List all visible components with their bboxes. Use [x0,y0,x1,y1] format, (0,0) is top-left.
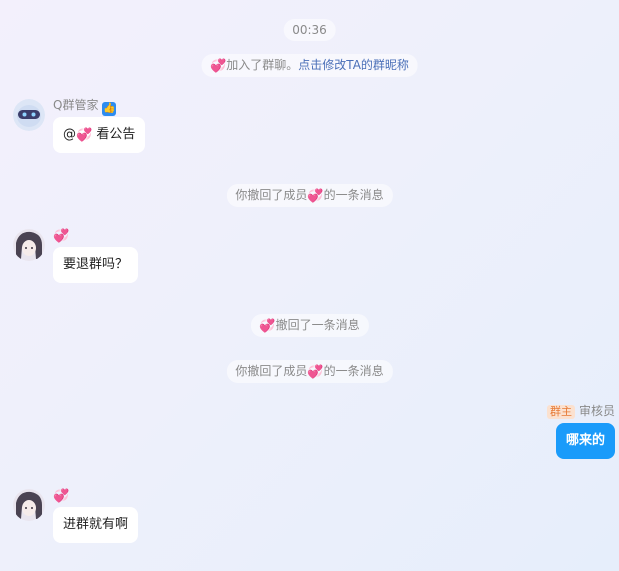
user-avatar[interactable] [13,489,45,521]
timestamp: 00:36 [283,19,336,41]
bot-avatar[interactable] [13,99,45,131]
edit-nickname-link[interactable]: 点击修改TA的群昵称 [298,58,409,72]
sender-name: Q群管家 👍 [53,98,117,116]
heart-emoji: 💞 [307,189,324,204]
system-join-notice: 💞加入了群聊。点击修改TA的群昵称 [201,54,418,77]
system-recall-notice: 你撤回了成员💞的一条消息 [226,360,393,383]
sender-name: 💞 [53,227,69,244]
heart-emoji: 💞 [53,229,70,244]
system-recall-notice: 你撤回了成员💞的一条消息 [226,184,393,207]
heart-emoji: 💞 [259,319,276,334]
sender-name: 群主 审核员 [546,403,615,419]
role-badge: 群主 [546,405,575,419]
heart-emoji: 💞 [210,59,227,74]
system-recall-notice: 💞撤回了一条消息 [250,314,369,337]
message-bubble[interactable]: 要退群吗？ [53,247,139,283]
message-bubble[interactable]: @💞 看公告 [53,117,146,153]
thumbs-up-icon: 👍 [102,102,117,116]
heart-emoji: 💞 [307,365,324,380]
heart-emoji: 💞 [76,128,93,143]
heart-emoji: 💞 [53,489,70,504]
own-message-bubble[interactable]: 哪来的 [555,423,615,459]
chat-area[interactable]: 00:36 💞加入了群聊。点击修改TA的群昵称 Q群管家 👍 @💞 看公告 你撤回… [0,0,619,571]
user-avatar[interactable] [13,229,45,261]
sender-name: 💞 [53,487,69,504]
message-bubble[interactable]: 进群就有啊 [53,507,139,543]
